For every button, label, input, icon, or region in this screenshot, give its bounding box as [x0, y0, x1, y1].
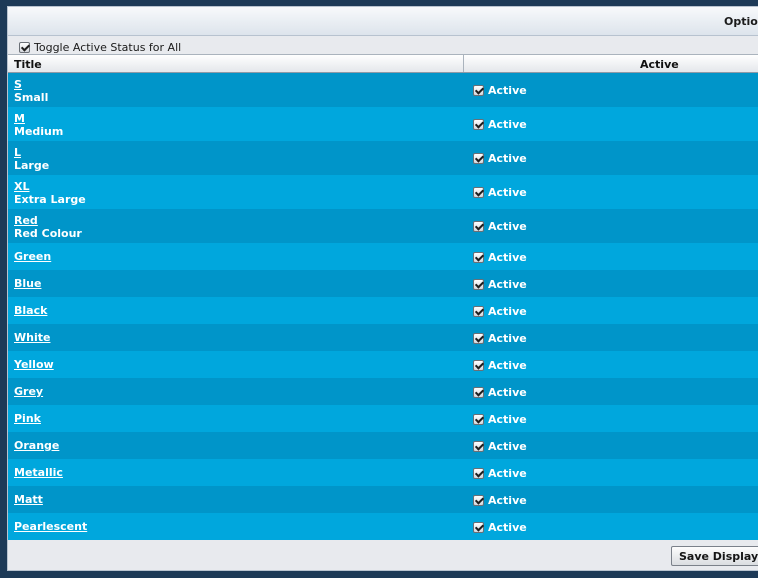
active-toggle: Active: [473, 359, 527, 372]
active-label: Active: [488, 251, 527, 264]
column-divider: [463, 55, 464, 72]
active-checkbox[interactable]: [473, 387, 484, 398]
panel-title: Option: [724, 15, 758, 28]
table-row: Blue Active: [8, 270, 758, 297]
active-label: Active: [488, 440, 527, 453]
table-row: Orange Active: [8, 432, 758, 459]
table-row: Red Red Colour Active: [8, 209, 758, 243]
active-checkbox[interactable]: [473, 306, 484, 317]
active-checkbox[interactable]: [473, 441, 484, 452]
toggle-all-label[interactable]: Toggle Active Status for All: [34, 41, 181, 54]
active-label: Active: [488, 332, 527, 345]
option-title-link[interactable]: Green: [14, 250, 51, 263]
active-checkbox[interactable]: [473, 187, 484, 198]
active-label: Active: [488, 278, 527, 291]
table-row: Grey Active: [8, 378, 758, 405]
option-title-link[interactable]: White: [14, 331, 50, 344]
active-label: Active: [488, 386, 527, 399]
option-title-link[interactable]: Pearlescent: [14, 520, 87, 533]
active-toggle: Active: [473, 251, 527, 264]
active-label: Active: [488, 118, 527, 131]
active-toggle: Active: [473, 220, 527, 233]
table-row: M Medium Active: [8, 107, 758, 141]
active-label: Active: [488, 494, 527, 507]
option-title-link[interactable]: Orange: [14, 439, 59, 452]
active-toggle: Active: [473, 440, 527, 453]
active-toggle: Active: [473, 332, 527, 345]
active-toggle: Active: [473, 494, 527, 507]
option-description: Large: [14, 159, 50, 172]
active-checkbox[interactable]: [473, 414, 484, 425]
active-label: Active: [488, 220, 527, 233]
option-title-link[interactable]: XL: [14, 180, 30, 193]
table-row: White Active: [8, 324, 758, 351]
table-row: L Large Active: [8, 141, 758, 175]
table-row: XL Extra Large Active: [8, 175, 758, 209]
panel-header: Option: [8, 7, 758, 36]
active-label: Active: [488, 152, 527, 165]
panel-footer: Save Display O: [8, 540, 758, 570]
active-checkbox[interactable]: [473, 252, 484, 263]
active-checkbox[interactable]: [473, 85, 484, 96]
option-title-link[interactable]: Grey: [14, 385, 43, 398]
option-title-link[interactable]: Black: [14, 304, 47, 317]
option-title-link[interactable]: M: [14, 112, 25, 125]
active-toggle: Active: [473, 152, 527, 165]
table-row: Green Active: [8, 243, 758, 270]
toggle-all-checkbox[interactable]: [19, 41, 30, 53]
table-row: Pearlescent Active: [8, 513, 758, 540]
option-title-link[interactable]: Red: [14, 214, 38, 227]
options-panel: Option Toggle Active Status for All Titl…: [7, 6, 758, 571]
active-checkbox[interactable]: [473, 153, 484, 164]
active-label: Active: [488, 84, 527, 97]
active-checkbox[interactable]: [473, 119, 484, 130]
active-toggle: Active: [473, 413, 527, 426]
table-row: S Small Active: [8, 73, 758, 107]
column-header-title[interactable]: Title: [14, 58, 42, 71]
table-row: Pink Active: [8, 405, 758, 432]
option-title-link[interactable]: Yellow: [14, 358, 54, 371]
table-header: Title Active: [8, 54, 758, 73]
active-toggle: Active: [473, 186, 527, 199]
table-row: Metallic Active: [8, 459, 758, 486]
active-toggle: Active: [473, 278, 527, 291]
active-checkbox[interactable]: [473, 522, 484, 533]
save-display-order-button[interactable]: Save Display O: [671, 546, 758, 566]
active-toggle: Active: [473, 84, 527, 97]
option-title-link[interactable]: Matt: [14, 493, 43, 506]
active-toggle: Active: [473, 467, 527, 480]
active-toggle: Active: [473, 521, 527, 534]
active-toggle: Active: [473, 118, 527, 131]
active-label: Active: [488, 413, 527, 426]
active-checkbox[interactable]: [473, 468, 484, 479]
table-row: Yellow Active: [8, 351, 758, 378]
option-title-link[interactable]: S: [14, 78, 22, 91]
active-toggle: Active: [473, 305, 527, 318]
column-header-active[interactable]: Active: [640, 58, 679, 71]
toggle-all-row: Toggle Active Status for All: [19, 39, 181, 55]
table-row: Matt Active: [8, 486, 758, 513]
active-label: Active: [488, 521, 527, 534]
active-label: Active: [488, 467, 527, 480]
options-table-body: S Small Active M Medium Active L Large A…: [8, 73, 758, 540]
active-checkbox[interactable]: [473, 333, 484, 344]
active-checkbox[interactable]: [473, 221, 484, 232]
active-label: Active: [488, 186, 527, 199]
option-description: Extra Large: [14, 193, 86, 206]
option-description: Small: [14, 91, 49, 104]
active-checkbox[interactable]: [473, 360, 484, 371]
active-checkbox[interactable]: [473, 279, 484, 290]
active-checkbox[interactable]: [473, 495, 484, 506]
active-label: Active: [488, 305, 527, 318]
active-label: Active: [488, 359, 527, 372]
option-title-link[interactable]: Blue: [14, 277, 41, 290]
table-row: Black Active: [8, 297, 758, 324]
option-description: Red Colour: [14, 227, 82, 240]
active-toggle: Active: [473, 386, 527, 399]
option-title-link[interactable]: L: [14, 146, 21, 159]
option-title-link[interactable]: Metallic: [14, 466, 63, 479]
option-description: Medium: [14, 125, 64, 138]
option-title-link[interactable]: Pink: [14, 412, 41, 425]
